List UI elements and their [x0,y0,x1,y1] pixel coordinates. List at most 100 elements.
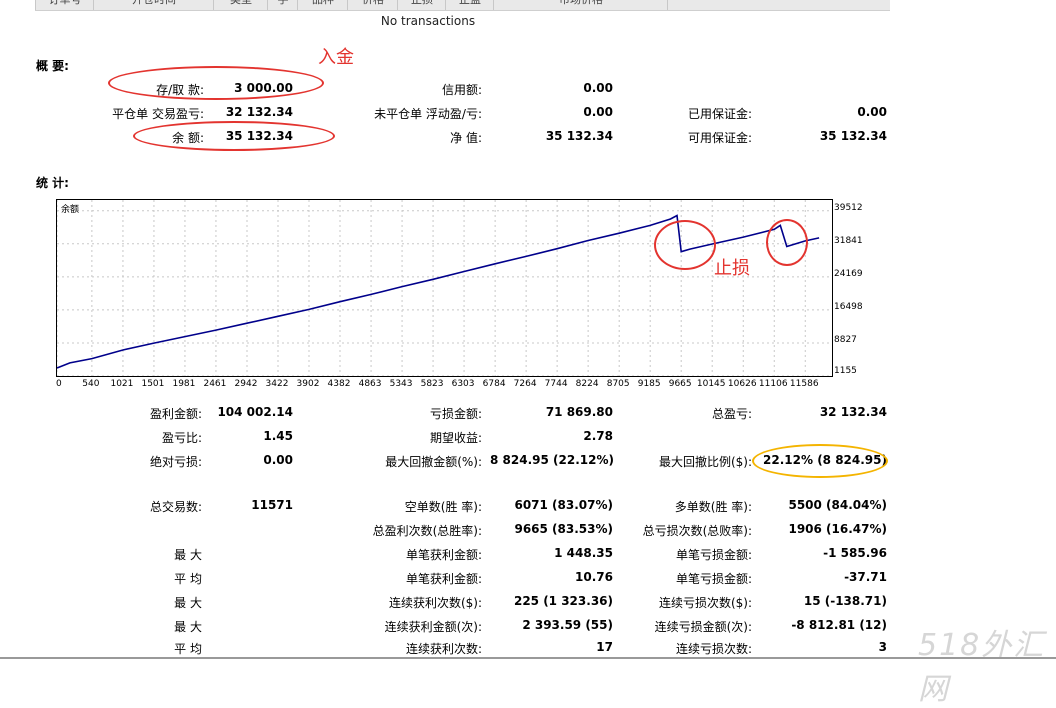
x-tick-label: 8224 [575,379,599,389]
stat-label-1: 平 均 [174,572,202,586]
balance-chart: 余额 [56,199,833,377]
stat-label-3: 连续亏损次数: [675,642,752,656]
stat-label-1: 最 大 [174,596,202,610]
stat-label-2: 单笔获利金额: [405,572,482,586]
x-tick-label: 2942 [234,379,258,389]
stat-label-2: 空单数(胜 率): [404,500,482,514]
stat-label-3: 总盈亏: [711,407,752,421]
stat-value-2: 10.76 [575,570,613,584]
chart-title: 余额 [61,203,79,215]
stat-label-2: 连续获利次数: [405,642,482,656]
x-tick-label: 11586 [789,379,819,389]
stat-value-2: 71 869.80 [545,405,613,419]
no-transactions-text: No transactions [380,14,476,28]
stat-label-2: 单笔获利金额: [405,548,482,562]
stat-label-3: 总亏损次数(总败率): [642,524,752,538]
stat-value-1: 104 002.14 [217,405,293,419]
x-tick-label: 1981 [172,379,196,389]
x-tick-label: 1501 [141,379,165,389]
balance-chart-svg: 余额 [57,200,832,376]
closed-pl-value: 32 132.34 [225,105,293,119]
bottom-divider [0,657,1056,659]
stat-value-1: 1.45 [263,429,293,443]
stat-label-1: 盈亏比: [161,431,202,445]
stat-value-3: -8 812.81 (12) [791,618,887,632]
x-tick-label: 2461 [203,379,227,389]
stat-label-2: 期望收益: [429,431,482,445]
y-tick-label: 16498 [834,301,863,312]
stat-label-3: 单笔亏损金额: [675,572,752,586]
stat-label-3: 单笔亏损金额: [675,548,752,562]
stat-label-2: 连续获利次数($): [388,596,482,610]
credit-value: 0.00 [583,81,613,95]
x-tick-label: 4382 [327,379,351,389]
x-tick-label: 7744 [544,379,568,389]
equity-value: 35 132.34 [545,129,613,143]
watermark-logo: 518外汇网 [918,628,1046,707]
stat-label-1: 最 大 [174,548,202,562]
stat-value-3: 5500 (84.04%) [788,498,887,512]
stat-value-3: 3 [878,640,887,654]
x-tick-label: 4863 [358,379,382,389]
stat-value-2: 9665 (83.53%) [514,522,613,536]
stat-label-1: 总交易数: [149,500,202,514]
x-tick-label: 10626 [727,379,757,389]
stat-value-2: 2.78 [583,429,613,443]
x-tick-label: 3902 [296,379,320,389]
stat-value-2: 2 393.59 (55) [522,618,613,632]
stat-value-2: 8 824.95 (22.12%) [490,453,614,467]
x-tick-label: 3422 [265,379,289,389]
col-tp[interactable]: 止盈 [445,0,494,10]
max-drawdown-highlight-ring [752,444,888,478]
y-tick-label: 8827 [834,334,857,345]
stats-title: 统 计: [36,176,69,190]
col-open-time[interactable]: 开仓时间 [93,0,214,10]
margin-used-value: 0.00 [857,105,887,119]
stat-value-3: 1906 (16.47%) [788,522,887,536]
stat-label-1: 盈利金额: [149,407,202,421]
stat-value-1: 11571 [251,498,293,512]
floating-pl-label: 未平仓单 浮动盈/亏: [374,107,482,121]
col-order[interactable]: 订单号 [35,0,94,10]
stoploss-circle-2 [766,219,808,266]
x-tick-label: 6784 [482,379,506,389]
deposit-highlight-ring [108,66,324,100]
stat-label-2: 总盈利次数(总胜率): [372,524,482,538]
deposit-annotation: 入金 [318,47,354,68]
y-tick-label: 39512 [834,202,863,213]
summary-title: 概 要: [36,59,69,73]
x-tick-label: 0 [56,379,62,389]
stoploss-circle-1 [654,220,716,270]
stat-label-3: 连续亏损次数($): [658,596,752,610]
col-price[interactable]: 价格 [347,0,398,10]
x-tick-label: 540 [82,379,100,389]
col-sl[interactable]: 止损 [397,0,446,10]
col-market-price[interactable]: 市场价格 [493,0,668,10]
y-tick-label: 31841 [834,235,863,246]
x-tick-label: 5823 [420,379,444,389]
x-tick-label: 9185 [637,379,661,389]
stat-value-2: 6071 (83.07%) [514,498,613,512]
credit-label: 信用额: [441,83,482,97]
stat-label-1: 平 均 [174,642,202,656]
balance-highlight-ring [133,121,335,151]
stat-value-3: -37.71 [844,570,887,584]
col-lots[interactable]: 手 [267,0,298,10]
stat-label-2: 亏损金额: [429,407,482,421]
x-tick-label: 10145 [696,379,726,389]
stat-label-2: 连续获利金额(次): [384,620,482,634]
stat-value-3: 15 (-138.71) [803,594,887,608]
floating-pl-value: 0.00 [583,105,613,119]
x-tick-label: 7264 [513,379,537,389]
closed-pl-label: 平仓单 交易盈亏: [112,107,204,121]
stat-label-1: 最 大 [174,620,202,634]
y-tick-label: 1155 [834,366,857,376]
stoploss-annotation: 止损 [714,258,750,279]
stat-label-3: 连续亏损金额(次): [654,620,752,634]
col-symbol[interactable]: 品种 [297,0,348,10]
col-type[interactable]: 类型 [213,0,268,10]
transactions-header: 订单号 开仓时间 类型 手 品种 价格 止损 止盈 市场价格 [35,0,890,11]
col-blank [667,0,891,10]
stat-label-3: 最大回撤比例($): [658,455,752,469]
y-tick-label: 24169 [834,268,863,279]
